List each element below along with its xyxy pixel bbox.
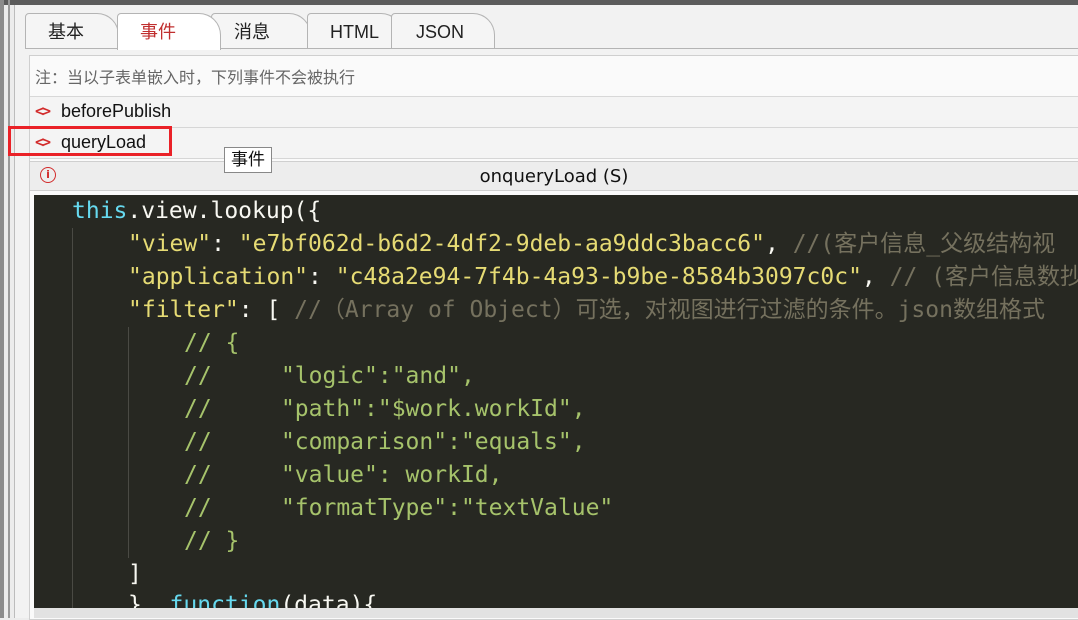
tab-events[interactable]: 事件 bbox=[117, 13, 221, 50]
window-inner-border bbox=[8, 0, 10, 618]
event-item-beforepublish[interactable]: <> beforePublish bbox=[30, 97, 1078, 128]
code-editor[interactable]: this.view.lookup({ "view": "e7bf062d-b6d… bbox=[34, 195, 1078, 608]
window-left-border bbox=[0, 0, 4, 618]
code-line: ] bbox=[128, 561, 142, 587]
code-line: // } bbox=[184, 528, 240, 554]
tab-messages[interactable]: 消息 bbox=[211, 13, 311, 48]
event-label: beforePublish bbox=[61, 101, 172, 121]
code-line: "view": "e7bf062d-b6d2-4df2-9deb-aa9ddc3… bbox=[128, 231, 1056, 257]
code-line: // { bbox=[184, 330, 240, 356]
code-icon: <> bbox=[35, 102, 51, 120]
indent-guide bbox=[128, 327, 129, 558]
editor-header: i onqueryLoad (S) bbox=[30, 161, 1078, 191]
subform-note: 注：当以子表单嵌入时，下列事件不会被执行 bbox=[35, 68, 356, 87]
tooltip: 事件 bbox=[224, 147, 272, 173]
tab-bar: 基本 消息 HTML JSON 事件 bbox=[25, 13, 1078, 50]
code-line: "application": "c48a2e94-7f4b-4a93-b9be-… bbox=[128, 264, 1078, 290]
tab-basic[interactable]: 基本 bbox=[25, 13, 119, 48]
tab-html[interactable]: HTML bbox=[307, 13, 403, 48]
code-line: // "path":"$work.workId", bbox=[184, 396, 586, 422]
code-line: // "comparison":"equals", bbox=[184, 429, 586, 455]
event-item-queryload[interactable]: <> queryLoad bbox=[30, 128, 1078, 159]
code-line: // "logic":"and", bbox=[184, 363, 475, 389]
highlight-box bbox=[8, 126, 172, 156]
tab-json[interactable]: JSON bbox=[391, 13, 495, 48]
indent-guide bbox=[72, 228, 73, 608]
code-line: // "value": workId, bbox=[184, 462, 503, 488]
code-line: this.view.lookup({ bbox=[72, 198, 322, 224]
editor-bottom-strip bbox=[34, 608, 1078, 618]
code-line: // "formatType":"textValue" bbox=[184, 495, 614, 521]
editor-title: onqueryLoad (S) bbox=[479, 166, 629, 187]
code-line: }, function(data){ bbox=[128, 592, 378, 608]
code-line: "filter": [ //（Array of Object）可选，对视图进行过… bbox=[128, 297, 1045, 323]
